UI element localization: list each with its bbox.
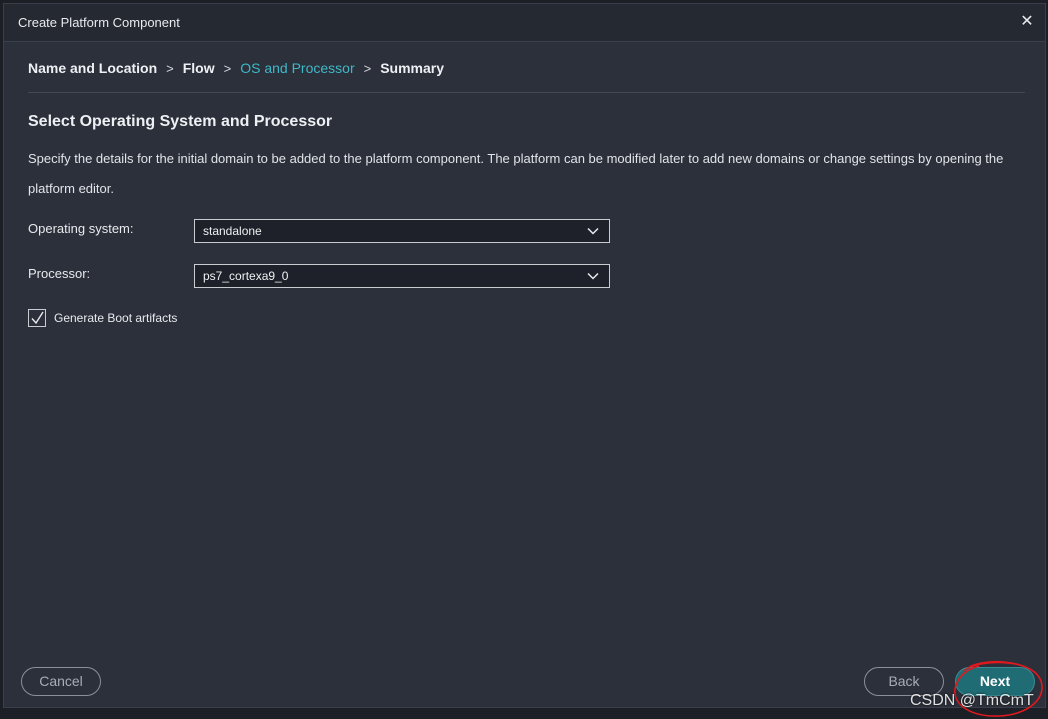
- create-platform-dialog: Create Platform Component ✕ Name and Loc…: [3, 3, 1046, 717]
- breadcrumb-step-flow[interactable]: Flow: [183, 60, 215, 76]
- breadcrumb-separator: >: [363, 60, 372, 76]
- watermark-text: CSDN @TmCmT: [910, 692, 1034, 709]
- breadcrumb: Name and Location > Flow > OS and Proces…: [28, 60, 444, 76]
- generate-boot-artifacts-checkbox[interactable]: [28, 309, 46, 327]
- chevron-down-icon: [587, 272, 599, 280]
- os-label: Operating system:: [28, 221, 134, 236]
- breadcrumb-step-name-and-location[interactable]: Name and Location: [28, 60, 157, 76]
- processor-select-value: ps7_cortexa9_0: [203, 269, 289, 283]
- breadcrumb-step-summary[interactable]: Summary: [380, 60, 444, 76]
- dialog-title: Create Platform Component: [18, 15, 180, 30]
- processor-label: Processor:: [28, 266, 91, 281]
- close-icon[interactable]: ✕: [1017, 12, 1037, 32]
- section-title: Select Operating System and Processor: [28, 113, 333, 130]
- chevron-down-icon: [587, 227, 599, 235]
- processor-select[interactable]: ps7_cortexa9_0: [194, 264, 610, 288]
- os-select[interactable]: standalone: [194, 219, 610, 243]
- breadcrumb-step-os-and-processor[interactable]: OS and Processor: [240, 60, 354, 76]
- cancel-button[interactable]: Cancel: [21, 667, 101, 696]
- section-description: Specify the details for the initial doma…: [28, 151, 1004, 196]
- generate-boot-artifacts-option[interactable]: Generate Boot artifacts: [28, 309, 177, 327]
- generate-boot-artifacts-label: Generate Boot artifacts: [54, 311, 178, 325]
- os-select-value: standalone: [203, 224, 262, 238]
- dialog-titlebar: Create Platform Component ✕: [4, 4, 1045, 42]
- breadcrumb-separator: >: [166, 60, 174, 76]
- breadcrumb-separator: >: [223, 60, 232, 76]
- header-divider: [28, 92, 1025, 93]
- check-icon: [31, 311, 44, 325]
